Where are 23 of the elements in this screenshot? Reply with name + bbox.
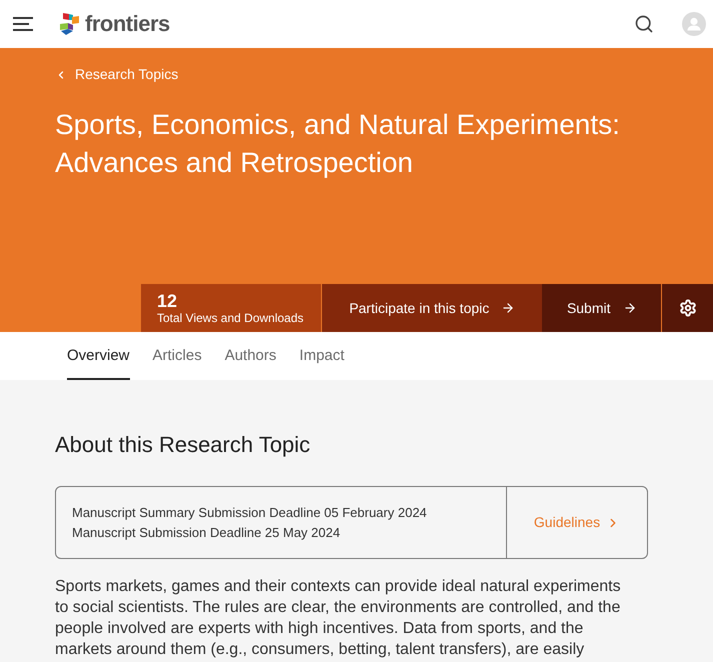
submit-button[interactable]: Submit <box>542 284 662 332</box>
views-label: Total Views and Downloads <box>157 310 304 326</box>
cubes-logo-icon <box>58 12 82 36</box>
settings-icon <box>678 299 697 317</box>
page-title: Sports, Economics, and Natural Experiments: Advances and Retrospection <box>55 108 621 180</box>
section-heading: About this Research Topic <box>55 431 312 459</box>
breadcrumb-link[interactable]: Research Topics <box>55 64 178 85</box>
deadline-text: Manuscript Summary Submission Deadline 05 February 2024 <box>72 504 427 522</box>
logo-wordmark[interactable]: frontiers <box>85 13 170 35</box>
tab[interactable]: Authors <box>224 332 276 380</box>
participate-button[interactable]: Participate in this topic <box>322 284 542 332</box>
description-paragraph: Sports markets, games and their contexts can provide ideal natural experiments to social scientists. The rules are clear, the environments are controlled, and the people involved are experts with high incentives. Data from sports, and the markets around them (e.g., consumers, betting, talent transfers), are easily <box>55 577 622 660</box>
arrow-right-icon <box>501 301 516 315</box>
views-count: 12 <box>157 290 178 310</box>
arrow-right-icon <box>622 301 637 315</box>
tab[interactable]: Overview <box>67 332 130 380</box>
search-icon[interactable] <box>634 14 654 34</box>
guidelines-link[interactable]: Guidelines <box>534 512 620 533</box>
tab[interactable]: Impact <box>299 332 344 380</box>
menu-icon[interactable] <box>13 17 33 31</box>
deadline-text: Manuscript Submission Deadline 25 May 2024 <box>72 524 340 542</box>
settings-button[interactable] <box>662 284 713 332</box>
tab[interactable]: Articles <box>152 332 202 380</box>
